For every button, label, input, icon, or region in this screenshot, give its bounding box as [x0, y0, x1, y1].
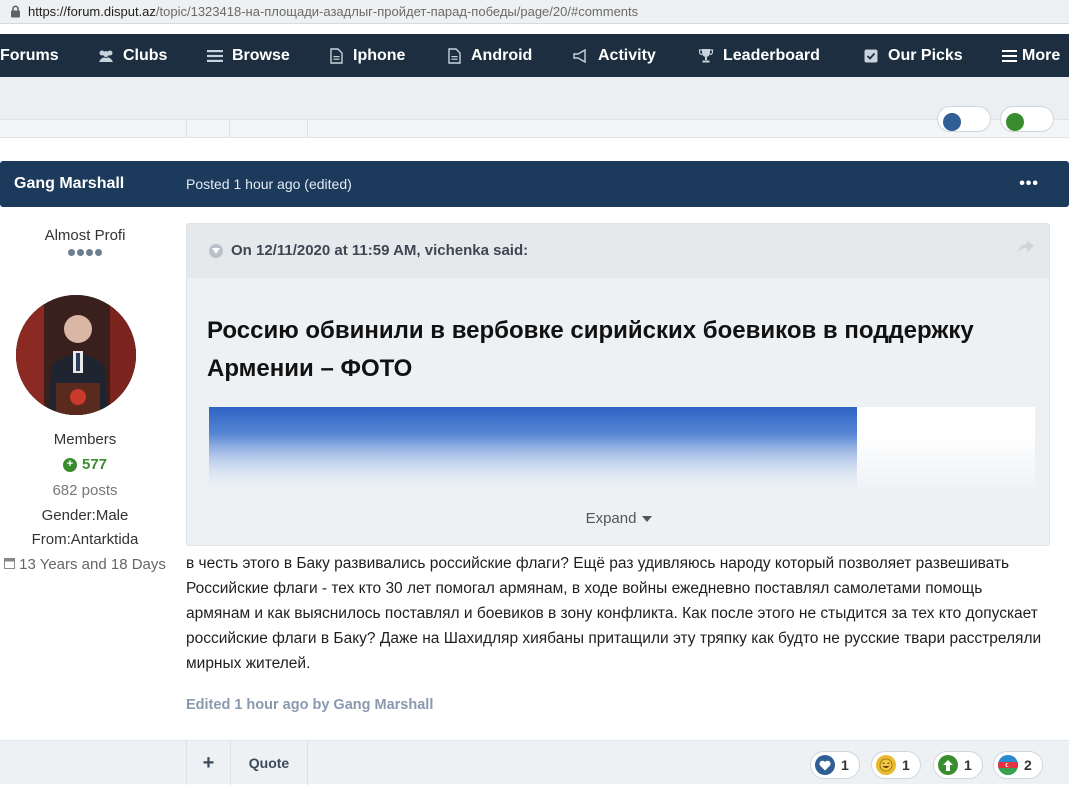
- author-rank-title: Almost Profi: [44, 227, 126, 244]
- nav-our-picks-label: Our Picks: [888, 46, 963, 64]
- url-host: https://forum.disput.az: [28, 4, 156, 19]
- rank-pip: [68, 249, 75, 256]
- forum-nav-bar: Forums Clubs Browse Iphone Android Activ…: [0, 34, 1069, 77]
- author-group: Members: [53, 431, 117, 448]
- laughing-face-icon: [876, 755, 896, 775]
- caret-down-icon: [642, 515, 653, 522]
- post-footer: + Quote 1 1 1 2: [0, 740, 1069, 785]
- post-more-options-button[interactable]: •••: [1019, 175, 1039, 193]
- nav-item-activity[interactable]: Activity: [572, 34, 656, 77]
- post-header: Gang Marshall Posted 1 hour ago (edited)…: [0, 161, 1069, 207]
- nav-item-browse[interactable]: Browse: [206, 34, 290, 77]
- nav-item-our-picks[interactable]: Our Picks: [862, 34, 963, 77]
- nav-item-forums[interactable]: Forums: [0, 34, 59, 77]
- like-icon: [815, 755, 835, 775]
- nav-item-iphone[interactable]: Iphone: [327, 34, 405, 77]
- reaction-like-count: 1: [841, 757, 849, 773]
- previous-post-plus-button[interactable]: [186, 120, 230, 138]
- nav-android-label: Android: [471, 46, 533, 64]
- nav-leaderboard-label: Leaderboard: [723, 46, 820, 64]
- url-path: /topic/1323418-на-площади-азадлыг-пройде…: [155, 4, 639, 19]
- previous-post-quote-button[interactable]: [230, 120, 308, 138]
- like-icon: [943, 113, 961, 131]
- nav-browse-label: Browse: [232, 46, 290, 64]
- quote-fade-overlay: [187, 434, 1049, 504]
- author-gender: Gender:Male: [41, 507, 129, 524]
- member-since-text: 13 Years and 18 Days: [19, 556, 166, 573]
- share-arrow-icon[interactable]: [1017, 240, 1035, 259]
- post-timestamp[interactable]: Posted 1 hour ago (edited): [186, 176, 352, 192]
- document-icon: [327, 47, 345, 65]
- menu-icon: [1000, 47, 1018, 65]
- nav-clubs-label: Clubs: [123, 46, 168, 64]
- reaction-like[interactable]: 1: [810, 751, 860, 779]
- document-icon: [445, 47, 463, 65]
- quote-expand-button[interactable]: Expand: [187, 510, 1049, 527]
- previous-post-reaction[interactable]: [1000, 106, 1054, 132]
- multiquote-button[interactable]: +: [186, 741, 231, 785]
- quote-article-title: Россию обвинили в вербовке сирийских бое…: [207, 317, 974, 382]
- azerbaijan-flag-icon: [998, 755, 1018, 775]
- trophy-icon: [697, 47, 715, 65]
- activity-icon: [572, 47, 590, 65]
- reaction-upvote[interactable]: 1: [933, 751, 983, 779]
- quote-header: On 12/11/2020 at 11:59 AM, vichenka said…: [187, 224, 1049, 278]
- reaction-haha[interactable]: 1: [871, 751, 921, 779]
- browser-address-bar[interactable]: https://forum.disput.az /topic/1323418-н…: [0, 0, 1069, 24]
- author-location: From:Antarktida: [31, 531, 139, 548]
- author-member-since: 13 Years and 18 Days: [0, 556, 178, 573]
- nav-iphone-label: Iphone: [353, 46, 406, 64]
- reaction-flag-count: 2: [1024, 757, 1032, 773]
- previous-post-reaction[interactable]: [937, 106, 991, 132]
- quote-button[interactable]: Quote: [231, 741, 308, 785]
- post-edited-note: Edited 1 hour ago by Gang Marshall: [186, 697, 434, 713]
- clubs-icon: [97, 47, 115, 65]
- previous-post-footer: [0, 106, 1069, 138]
- nav-item-more[interactable]: More: [1000, 34, 1060, 77]
- nav-activity-label: Activity: [598, 46, 656, 64]
- avatar[interactable]: [16, 295, 136, 415]
- nav-item-clubs[interactable]: Clubs: [97, 34, 167, 77]
- reaction-upvote-count: 1: [964, 757, 972, 773]
- author-post-count: 682 posts: [52, 482, 118, 499]
- post-author-name[interactable]: Gang Marshall: [14, 175, 124, 193]
- sub-header: [0, 77, 1069, 120]
- rank-pip: [86, 249, 93, 256]
- nav-forums-label: Forums: [0, 46, 59, 64]
- nav-item-android[interactable]: Android: [445, 34, 532, 77]
- quote-collapse-icon[interactable]: [209, 244, 223, 258]
- reputation-count: 577: [81, 456, 108, 473]
- lock-icon: [8, 5, 22, 19]
- quote-block: On 12/11/2020 at 11:59 AM, vichenka said…: [186, 223, 1050, 546]
- plus-circle-icon: +: [62, 457, 77, 472]
- nav-item-leaderboard[interactable]: Leaderboard: [697, 34, 820, 77]
- picks-icon: [862, 47, 880, 65]
- expand-label: Expand: [585, 510, 637, 527]
- nav-more-label: More: [1022, 46, 1061, 64]
- quote-citation: On 12/11/2020 at 11:59 AM, vichenka said…: [231, 242, 529, 259]
- browse-icon: [206, 47, 224, 65]
- calendar-icon: [4, 556, 16, 573]
- rank-pip: [77, 249, 84, 256]
- post-content: в честь этого в Баку развивались российс…: [186, 555, 1042, 672]
- rank-pip: [95, 249, 102, 256]
- arrow-up-icon: [938, 755, 958, 775]
- rank-pips: [0, 249, 170, 256]
- upvote-icon: [1006, 113, 1024, 131]
- author-reputation: + 577: [0, 456, 170, 473]
- reaction-flag[interactable]: 2: [993, 751, 1043, 779]
- reaction-haha-count: 1: [902, 757, 910, 773]
